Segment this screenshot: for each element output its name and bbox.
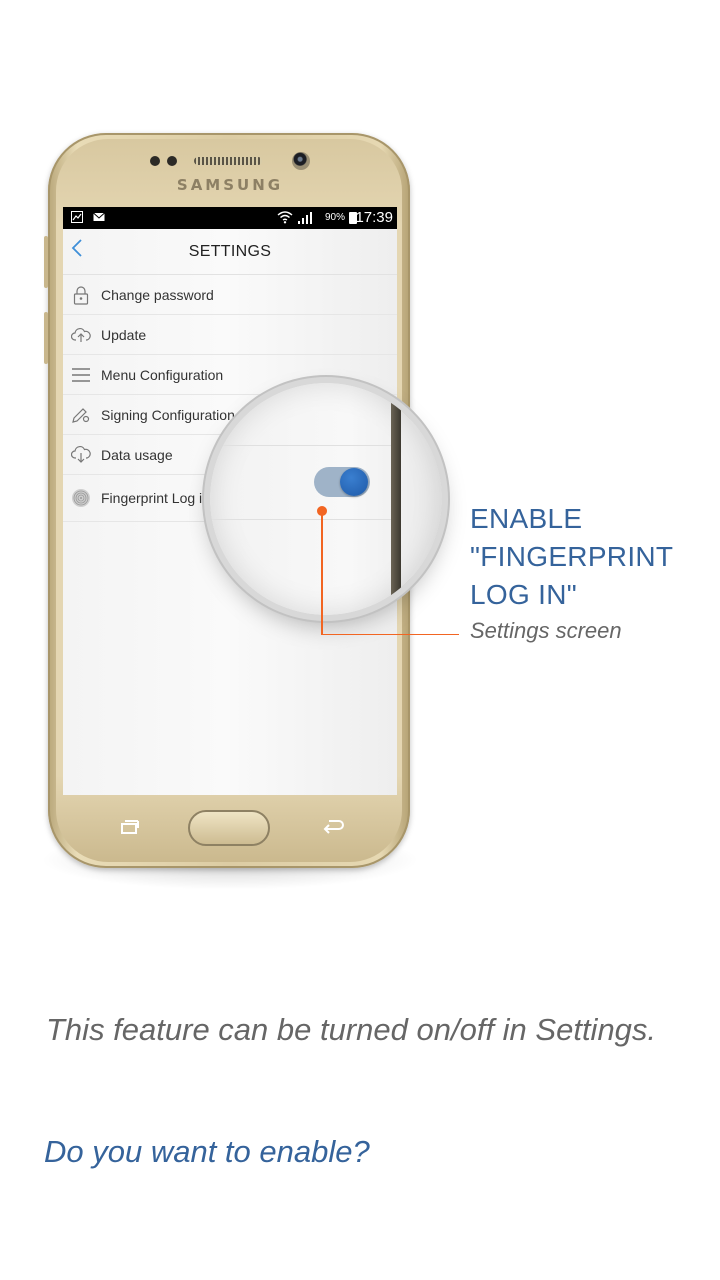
pen-settings-icon bbox=[71, 405, 91, 425]
callout-title-line: LOG IN" bbox=[470, 579, 577, 610]
signal-icon bbox=[297, 211, 313, 228]
app-bar: SETTINGS bbox=[63, 229, 397, 275]
callout-subtitle: Settings screen bbox=[470, 618, 622, 643]
mail-notification-icon bbox=[93, 211, 105, 223]
settings-item-label: Signing Configuration bbox=[101, 407, 235, 423]
front-camera bbox=[292, 152, 310, 170]
callout-title: ENABLE "FINGERPRINT LOG IN" bbox=[470, 500, 710, 614]
magnifier-lens bbox=[210, 383, 442, 615]
settings-item-label: Menu Configuration bbox=[101, 367, 224, 383]
proximity-sensor bbox=[150, 156, 160, 166]
battery-percent: 90% bbox=[324, 212, 345, 223]
callout-line bbox=[321, 634, 459, 635]
fingerprint-icon bbox=[71, 488, 91, 508]
clock: 17:39 bbox=[355, 209, 393, 226]
menu-icon bbox=[71, 365, 91, 385]
gallery-notification-icon bbox=[71, 211, 83, 223]
settings-item-label: Fingerprint Log in bbox=[101, 490, 210, 506]
volume-button bbox=[44, 236, 48, 288]
settings-item-label: Data usage bbox=[101, 447, 173, 463]
settings-item-change-password[interactable]: Change password bbox=[63, 275, 397, 315]
divider bbox=[210, 445, 392, 446]
earpiece-speaker bbox=[194, 157, 262, 165]
volume-button-2 bbox=[44, 312, 48, 364]
brand-logo: SAMSUNG bbox=[176, 176, 284, 194]
page-title: SETTINGS bbox=[188, 243, 272, 260]
home-button[interactable] bbox=[188, 810, 270, 846]
status-bar: 90% 17:39 bbox=[63, 207, 397, 229]
hardware-back-button[interactable] bbox=[322, 816, 346, 836]
wifi-icon bbox=[277, 210, 293, 227]
lock-icon bbox=[71, 285, 91, 305]
callout-title-line: "FINGERPRINT bbox=[470, 541, 674, 572]
settings-item-label: Update bbox=[101, 327, 147, 343]
info-text: This feature can be turned on/off in Set… bbox=[46, 1012, 657, 1047]
fingerprint-toggle[interactable] bbox=[314, 467, 370, 497]
recent-apps-button[interactable] bbox=[118, 818, 140, 836]
settings-item-label: Change password bbox=[101, 287, 214, 303]
question-text: Do you want to enable? bbox=[44, 1134, 370, 1169]
cloud-upload-icon bbox=[71, 325, 91, 345]
return-icon bbox=[323, 820, 344, 834]
recent-apps-icon bbox=[121, 820, 139, 834]
callout-line bbox=[321, 514, 323, 635]
toggle-knob bbox=[340, 468, 368, 496]
cloud-download-icon bbox=[71, 445, 91, 465]
light-sensor bbox=[167, 156, 177, 166]
divider bbox=[210, 519, 392, 520]
callout-title-line: ENABLE bbox=[470, 503, 583, 534]
settings-item-update[interactable]: Update bbox=[63, 315, 397, 355]
phone-edge bbox=[391, 383, 401, 615]
